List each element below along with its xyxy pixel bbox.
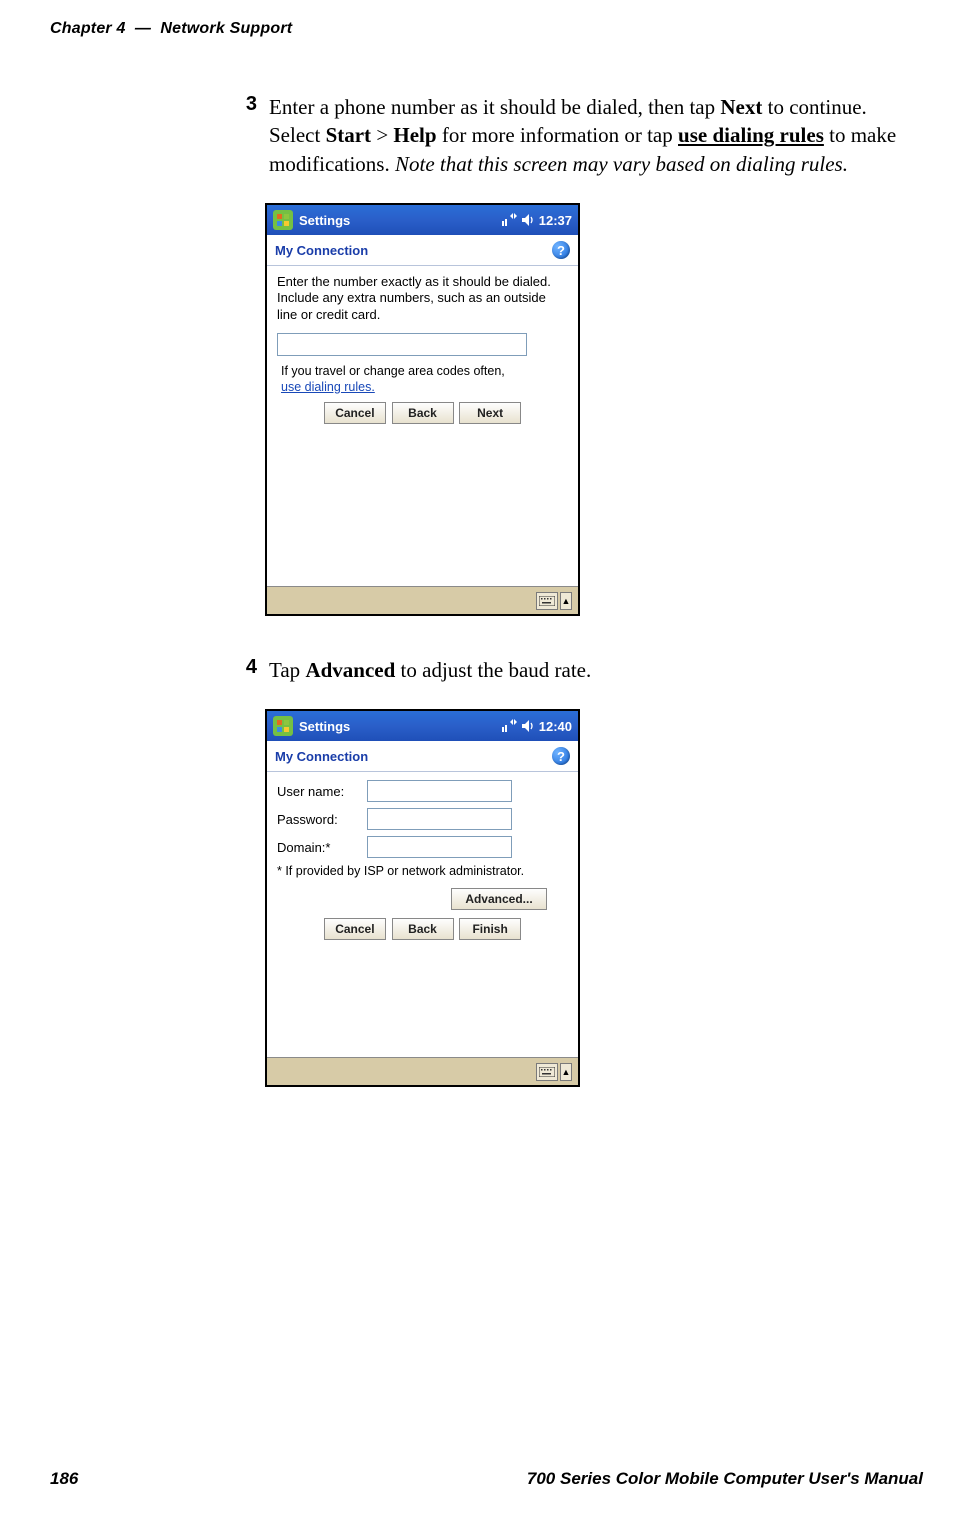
- cancel-button[interactable]: Cancel: [324, 918, 386, 940]
- header-sep: —: [135, 20, 151, 37]
- sip-arrow-icon[interactable]: ▲: [560, 1063, 572, 1081]
- volume-icon[interactable]: [521, 719, 535, 733]
- button-row: Cancel Back Next: [277, 402, 568, 424]
- sip-bar: ▲: [267, 1057, 578, 1085]
- connection-name: My Connection: [275, 749, 368, 764]
- advanced-row: Advanced...: [277, 888, 568, 910]
- label-password: Password:: [277, 812, 367, 827]
- back-button[interactable]: Back: [392, 402, 454, 424]
- empty-area: [267, 496, 578, 586]
- step-note: Note that this screen may vary based on …: [395, 152, 848, 176]
- row-domain: Domain:*: [277, 836, 568, 858]
- start-icon[interactable]: [273, 716, 293, 736]
- ui-ref-advanced: Advanced: [305, 658, 395, 682]
- title-bar: Settings 12:40: [267, 711, 578, 741]
- empty-area: [267, 962, 578, 1057]
- ui-ref-dialing-rules: use dialing rules: [678, 123, 824, 147]
- back-button[interactable]: Back: [392, 918, 454, 940]
- sip-arrow-icon[interactable]: ▲: [560, 592, 572, 610]
- section-title: Network Support: [160, 20, 292, 37]
- title-text: Settings: [299, 213, 350, 228]
- isp-note: * If provided by ISP or network administ…: [277, 864, 568, 878]
- screenshot-dial-number: Settings 12:37 My Connection ? Enter the…: [265, 203, 580, 616]
- next-button[interactable]: Next: [459, 402, 521, 424]
- ui-ref-next: Next: [720, 95, 762, 119]
- page-number: 186: [50, 1469, 78, 1489]
- keyboard-icon[interactable]: [536, 592, 558, 610]
- password-input[interactable]: [367, 808, 512, 830]
- text-fragment: >: [371, 123, 393, 147]
- row-username: User name:: [277, 780, 568, 802]
- step-4: 4 Tap Advanced to adjust the baud rate.: [235, 656, 923, 684]
- page-header: Chapter 4 — Network Support: [50, 20, 923, 38]
- clock-text[interactable]: 12:37: [539, 213, 572, 228]
- text-fragment: for more information or tap: [437, 123, 678, 147]
- finish-button[interactable]: Finish: [459, 918, 521, 940]
- volume-icon[interactable]: [521, 213, 535, 227]
- clock-text[interactable]: 12:40: [539, 719, 572, 734]
- dialing-rules-link[interactable]: use dialing rules.: [281, 380, 568, 394]
- help-icon[interactable]: ?: [552, 241, 570, 259]
- text-fragment: Tap: [269, 658, 305, 682]
- page-footer: 186 700 Series Color Mobile Computer Use…: [50, 1469, 923, 1489]
- step-4-text: Tap Advanced to adjust the baud rate.: [269, 656, 909, 684]
- keyboard-icon[interactable]: [536, 1063, 558, 1081]
- label-username: User name:: [277, 784, 367, 799]
- domain-input[interactable]: [367, 836, 512, 858]
- row-password: Password:: [277, 808, 568, 830]
- sub-header: My Connection ?: [267, 741, 578, 772]
- cancel-button[interactable]: Cancel: [324, 402, 386, 424]
- start-icon[interactable]: [273, 210, 293, 230]
- label-domain: Domain:*: [277, 840, 367, 855]
- connection-name: My Connection: [275, 243, 368, 258]
- phone-number-input[interactable]: [277, 333, 527, 356]
- button-row: Cancel Back Finish: [277, 918, 568, 940]
- ui-ref-help: Help: [393, 123, 436, 147]
- chapter-label: Chapter 4: [50, 20, 126, 37]
- content-area: User name: Password: Domain:* * If provi…: [267, 772, 578, 962]
- connectivity-icon[interactable]: [501, 213, 517, 227]
- title-bar: Settings 12:37: [267, 205, 578, 235]
- content-area: Enter the number exactly as it should be…: [267, 266, 578, 496]
- text-fragment: to adjust the baud rate.: [395, 658, 591, 682]
- ui-ref-start: Start: [326, 123, 372, 147]
- sub-header: My Connection ?: [267, 235, 578, 266]
- step-number: 3: [235, 93, 257, 116]
- username-input[interactable]: [367, 780, 512, 802]
- screenshot-credentials: Settings 12:40 My Connection ? User name…: [265, 709, 580, 1087]
- text-fragment: Enter a phone number as it should be dia…: [269, 95, 720, 119]
- instruction-text: Enter the number exactly as it should be…: [277, 274, 568, 323]
- help-icon[interactable]: ?: [552, 747, 570, 765]
- sip-bar: ▲: [267, 586, 578, 614]
- connectivity-icon[interactable]: [501, 719, 517, 733]
- step-number: 4: [235, 656, 257, 679]
- advanced-button[interactable]: Advanced...: [451, 888, 547, 910]
- title-text: Settings: [299, 719, 350, 734]
- step-3-text: Enter a phone number as it should be dia…: [269, 93, 909, 178]
- travel-text: If you travel or change area codes often…: [281, 364, 568, 378]
- step-3: 3 Enter a phone number as it should be d…: [235, 93, 923, 178]
- manual-title: 700 Series Color Mobile Computer User's …: [527, 1469, 923, 1489]
